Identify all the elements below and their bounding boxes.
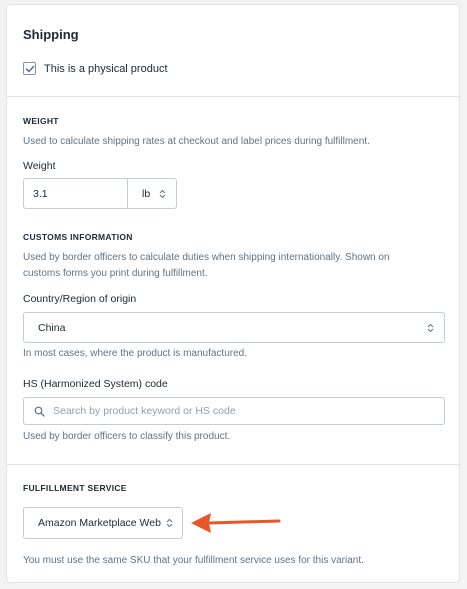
country-label: Country/Region of origin <box>23 293 137 305</box>
country-value: China <box>38 321 66 334</box>
customs-help-line1: Used by border officers to calculate dut… <box>23 252 390 263</box>
customs-help-line2: customs forms you print during fulfillme… <box>23 268 208 279</box>
hs-code-search-input[interactable]: Search by product keyword or HS code <box>23 397 445 425</box>
hs-code-label: HS (Harmonized System) code <box>23 378 168 390</box>
fulfillment-service-value: Amazon Marketplace Web <box>38 517 161 529</box>
hs-code-placeholder: Search by product keyword or HS code <box>53 405 236 417</box>
country-select[interactable]: China <box>23 312 445 343</box>
shipping-card: Shipping This is a physical product WEIG… <box>6 4 460 583</box>
sku-note: You must use the same SKU that your fulf… <box>23 555 364 566</box>
updown-chevron-icon <box>427 323 434 332</box>
weight-value: 3.1 <box>33 187 48 200</box>
search-icon <box>34 406 45 417</box>
fulfillment-service-select[interactable]: Amazon Marketplace Web <box>23 507 183 539</box>
weight-unit-select[interactable]: lb <box>127 178 177 209</box>
weight-heading: WEIGHT <box>23 116 59 126</box>
physical-product-label[interactable]: This is a physical product <box>44 63 168 75</box>
customs-heading: CUSTOMS INFORMATION <box>23 232 133 242</box>
divider <box>7 464 459 465</box>
divider <box>7 96 459 97</box>
weight-label: Weight <box>23 160 56 172</box>
weight-input[interactable]: 3.1 <box>23 178 128 209</box>
country-help: In most cases, where the product is manu… <box>23 348 247 359</box>
updown-chevron-icon <box>159 189 166 198</box>
physical-product-checkbox[interactable] <box>23 62 36 75</box>
weight-help: Used to calculate shipping rates at chec… <box>23 136 370 147</box>
updown-chevron-icon <box>166 518 173 528</box>
fulfillment-heading: FULFILLMENT SERVICE <box>23 483 127 493</box>
shipping-title: Shipping <box>23 27 79 42</box>
checkmark-icon <box>25 65 34 72</box>
annotation-arrow-icon <box>191 513 281 533</box>
hs-code-help: Used by border officers to classify this… <box>23 431 231 442</box>
weight-unit-value: lb <box>142 187 151 200</box>
